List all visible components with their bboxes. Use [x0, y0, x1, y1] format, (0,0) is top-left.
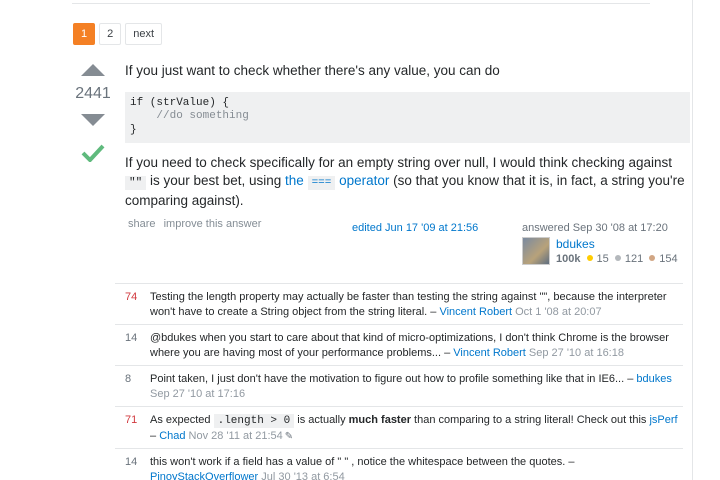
comment-user-link[interactable]: Vincent Robert: [453, 347, 526, 359]
comment-text: As expected: [150, 414, 214, 426]
comment-score: 71: [125, 414, 138, 426]
answer-body: If you just want to check whether there'…: [125, 62, 690, 210]
jsperf-link[interactable]: jsPerf: [649, 414, 677, 426]
link-text: operator: [335, 172, 390, 188]
comment-score: 74: [125, 291, 138, 303]
next-page-button[interactable]: next: [125, 23, 163, 45]
comment-text: this won't work if a field has a value o…: [150, 456, 575, 468]
answer-paragraph-1: If you just want to check whether there'…: [125, 63, 500, 78]
pagination: 1 2 next: [73, 23, 163, 45]
answer-paragraph-2: If you need to check specifically for an…: [125, 154, 690, 210]
right-divider: [692, 0, 693, 480]
avatar[interactable]: [522, 237, 550, 265]
improve-answer-link[interactable]: improve this answer: [164, 218, 262, 230]
comment-date: Jul 30 '13 at 6:54: [261, 471, 345, 480]
accepted-checkmark-icon: [81, 144, 105, 162]
comment-text: than comparing to a string literal! Chec…: [411, 414, 650, 426]
code-block: if (strValue) { //do something }: [125, 91, 690, 143]
inline-code: .length > 0: [213, 414, 295, 428]
comment-date: Nov 28 '11 at 21:54: [188, 430, 283, 442]
operator-link[interactable]: the === operator: [285, 172, 390, 190]
answer-text: If you need to check specifically for an…: [125, 155, 673, 170]
comment-date: Sep 27 '10 at 17:16: [150, 388, 246, 400]
comment-text: is actually: [294, 414, 349, 426]
comments-list: 74 Testing the length property may actua…: [115, 283, 683, 480]
comment-score: 14: [125, 456, 138, 468]
pencil-icon: ✎: [284, 431, 294, 442]
top-divider: [72, 3, 650, 4]
comment: 14 @bdukes when you start to care about …: [115, 325, 683, 366]
code-comment: //do something: [130, 110, 249, 122]
comment-user-link[interactable]: PinoyStackOverflower: [150, 471, 258, 480]
comment-user-link[interactable]: bdukes: [636, 373, 671, 385]
comment-separator: –: [150, 430, 160, 442]
upvote-icon[interactable]: [81, 64, 105, 76]
vote-count: 2441: [75, 85, 111, 102]
silver-badge-icon: [614, 255, 621, 261]
post-menu: share improve this answer: [128, 218, 266, 230]
comment-user-link[interactable]: Chad: [159, 430, 185, 442]
gold-badge-count: 15: [596, 253, 609, 265]
code-line: if (strValue) {: [130, 96, 230, 109]
code-line: }: [130, 123, 137, 136]
inline-code: ===: [307, 175, 336, 190]
inline-code: "": [125, 175, 147, 190]
downvote-icon[interactable]: [81, 114, 105, 126]
share-link[interactable]: share: [128, 218, 156, 230]
comment-text: Point taken, I just don't have the motiv…: [150, 373, 637, 385]
comment: 74 Testing the length property may actua…: [115, 284, 683, 325]
comment: 71 As expected .length > 0 is actually m…: [115, 407, 683, 449]
comment: 8 Point taken, I just don't have the mot…: [115, 366, 683, 407]
page-1-button[interactable]: 1: [73, 23, 96, 45]
answer-text: is your best bet, using: [146, 172, 286, 188]
comment-date: Oct 1 '08 at 20:07: [515, 306, 602, 318]
comment: 14 this won't work if a field has a valu…: [115, 449, 683, 480]
user-card: bdukes 100k 15 121 154: [522, 237, 678, 267]
bronze-badge-count: 154: [659, 253, 678, 265]
comment-user-link[interactable]: Vincent Robert: [439, 306, 512, 318]
comment-bold-text: much faster: [348, 414, 411, 426]
gold-badge-icon: [586, 255, 593, 261]
user-name-link[interactable]: bdukes: [556, 237, 678, 252]
comment-score: 8: [125, 373, 132, 385]
comment-score: 14: [125, 332, 138, 344]
bronze-badge-icon: [649, 255, 656, 261]
reputation-score: 100k: [556, 253, 581, 265]
comment-date: Sep 27 '10 at 16:18: [528, 347, 624, 359]
link-text: the: [285, 172, 308, 188]
page-2-button[interactable]: 2: [99, 23, 122, 45]
silver-badge-count: 121: [624, 253, 644, 265]
answered-timestamp: answered Sep 30 '08 at 17:20: [522, 222, 668, 234]
vote-cell: 2441: [72, 64, 114, 162]
edited-timestamp-link[interactable]: edited Jun 17 '09 at 21:56: [352, 222, 478, 234]
